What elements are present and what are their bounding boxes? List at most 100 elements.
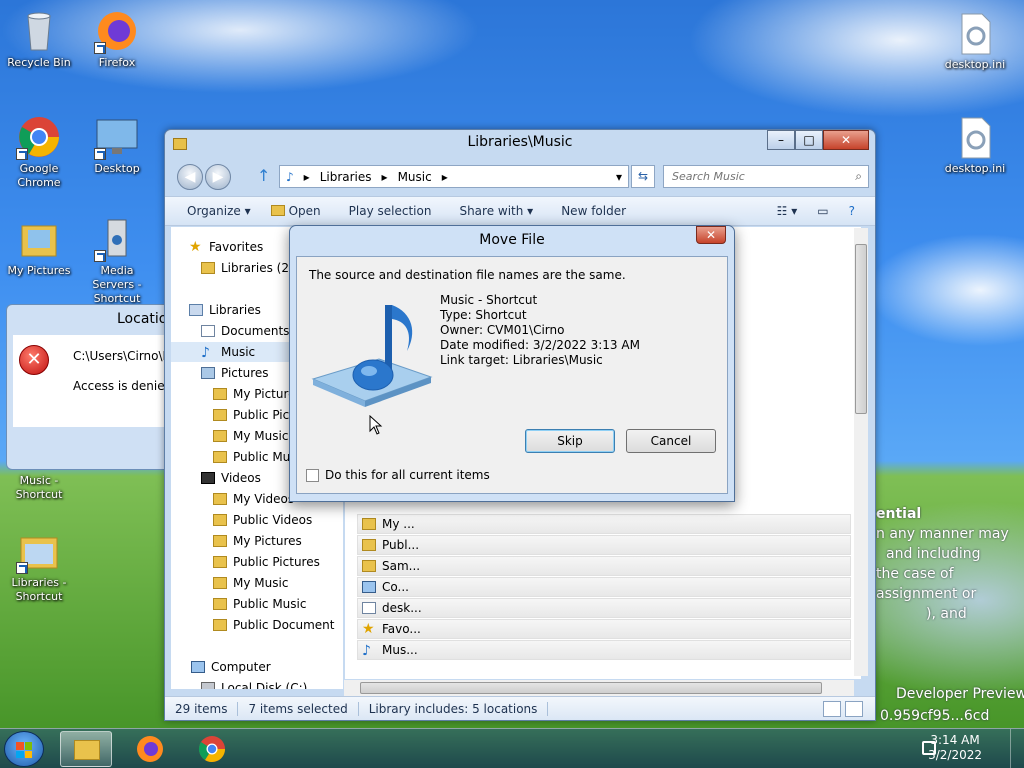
file-row[interactable]: Publ... — [357, 535, 851, 555]
file-row[interactable]: ★ Favo... — [357, 619, 851, 639]
minimize-button[interactable]: – — [767, 130, 795, 150]
horizontal-scrollbar[interactable] — [344, 680, 854, 696]
nav-libraries[interactable]: Libraries — [189, 300, 261, 320]
clock-time: 3:14 AM — [930, 733, 980, 747]
apply-all-checkbox-row[interactable]: Do this for all current items — [306, 468, 490, 482]
details-view-icon[interactable] — [823, 701, 841, 717]
nav-my-music-2[interactable]: My Music — [213, 573, 288, 593]
desktop-icon-firefox[interactable]: Firefox — [78, 8, 156, 70]
nav-documents[interactable]: Documents — [201, 321, 289, 341]
share-with-label: Share with — [459, 204, 524, 218]
skip-button[interactable]: Skip — [525, 429, 615, 453]
desktop-icon-media-servers[interactable]: Media Servers - Shortcut — [78, 216, 156, 306]
up-arrow-icon[interactable]: ↑ — [257, 166, 270, 185]
desktop-icon-desktop-ini-2[interactable]: desktop.ini — [936, 114, 1014, 176]
videos-icon — [201, 472, 215, 484]
file-row[interactable]: ♪ Mus... — [357, 640, 851, 660]
open-button[interactable]: Open — [270, 204, 321, 218]
preview-pane-icon[interactable]: ▭ — [817, 204, 828, 218]
help-icon[interactable]: ? — [849, 204, 855, 218]
nav-libraries-favorite[interactable]: Libraries (2) — [201, 258, 294, 278]
search-box[interactable]: ⌕ — [663, 165, 869, 188]
desktop-icon-recycle-bin[interactable]: Recycle Bin — [0, 8, 78, 70]
nav-public-documents[interactable]: Public Document — [213, 615, 335, 635]
desktop-icon-libraries-shortcut[interactable]: Libraries - Shortcut — [0, 528, 78, 604]
refresh-button[interactable]: ⇆ — [631, 165, 655, 188]
wallpaper-text: Developer Preview — [896, 686, 1024, 702]
play-selection-button[interactable]: Play selection — [349, 204, 432, 218]
computer-icon — [191, 661, 205, 673]
vertical-scrollbar[interactable] — [854, 228, 868, 676]
location-error-dialog[interactable]: Locatio ✕ C:\Users\Cirno\Do Access is de… — [6, 304, 171, 470]
new-folder-button[interactable]: New folder — [561, 204, 626, 218]
desktop-icon-chrome[interactable]: Google Chrome — [0, 114, 78, 190]
address-bar[interactable]: ♪ ▸ Libraries ▸ Music ▸ ▾ — [279, 165, 629, 188]
status-library-locations[interactable]: Library includes: 5 locations — [359, 701, 549, 716]
music-shortcut-icon: ♪ — [362, 643, 371, 659]
view-options-icon[interactable]: ☷ ▾ — [777, 204, 798, 218]
organize-button[interactable]: Organize ▾ — [187, 204, 251, 218]
taskbar-chrome-button[interactable] — [186, 731, 238, 767]
nav-computer[interactable]: Computer — [191, 657, 271, 677]
close-button[interactable]: ✕ — [823, 130, 869, 150]
chevron-down-icon[interactable]: ▾ — [616, 170, 622, 184]
file-row[interactable]: desk... — [357, 598, 851, 618]
file-row[interactable]: Sam... — [357, 556, 851, 576]
scrollbar-thumb[interactable] — [360, 682, 822, 694]
desktop-icon-desktop-ini-1[interactable]: desktop.ini — [936, 10, 1014, 72]
forward-button[interactable]: ▶ — [205, 164, 231, 190]
breadcrumb-music[interactable]: Music — [398, 170, 432, 184]
nav-public-pictures-2[interactable]: Public Pictures — [213, 552, 320, 572]
desktop-icon-label: Google Chrome — [17, 162, 61, 189]
file-name: Favo... — [382, 622, 421, 636]
folder-icon — [362, 560, 376, 572]
nav-my-music[interactable]: My Music — [213, 426, 288, 446]
address-row: ◀ ▶ ↑ ♪ ▸ Libraries ▸ Music ▸ ▾ ⇆ ⌕ — [173, 164, 869, 190]
taskbar-firefox-button[interactable] — [124, 731, 176, 767]
search-input[interactable] — [664, 166, 842, 187]
file-row[interactable]: Co... — [357, 577, 851, 597]
clock-date: 3/2/2022 — [928, 748, 982, 762]
nav-my-pictures-2[interactable]: My Pictures — [213, 531, 302, 551]
show-desktop-button[interactable] — [1010, 729, 1024, 768]
apply-all-checkbox[interactable] — [306, 468, 319, 482]
desktop-icon-my-pictures[interactable]: My Pictures — [0, 216, 78, 278]
nav-pictures[interactable]: Pictures — [201, 363, 269, 383]
file-row[interactable]: My ... — [357, 514, 851, 534]
wallpaper-text: 0.959cf95...6cd — [880, 708, 990, 724]
nav-favorites[interactable]: ★ Favorites — [189, 237, 263, 257]
desktop-icon-music-shortcut[interactable]: Music - Shortcut — [0, 474, 78, 502]
nav-public-music-2[interactable]: Public Music — [213, 594, 306, 614]
folder-icon — [213, 577, 227, 589]
nav-my-videos[interactable]: My Videos — [213, 489, 294, 509]
start-button[interactable] — [4, 731, 44, 767]
cancel-button[interactable]: Cancel — [626, 429, 716, 453]
nav-public-pictures[interactable]: Public Pict — [213, 405, 294, 425]
taskbar-explorer-button[interactable] — [60, 731, 112, 767]
scrollbar-thumb[interactable] — [855, 244, 867, 414]
nav-videos[interactable]: Videos — [201, 468, 261, 488]
wallpaper-text: ential — [876, 506, 922, 522]
desktop-icon-desktop[interactable]: Desktop — [78, 114, 156, 176]
nav-public-videos[interactable]: Public Videos — [213, 510, 312, 530]
error-message: Access is denied. — [73, 379, 171, 393]
share-with-button[interactable]: Share with ▾ — [459, 204, 533, 218]
nav-local-disk[interactable]: Local Disk (C:) — [201, 678, 307, 689]
breadcrumb-separator: ▸ — [441, 169, 448, 184]
settings-file-icon — [362, 602, 376, 614]
close-button[interactable]: ✕ — [696, 226, 726, 244]
pictures-icon — [201, 367, 215, 379]
back-button[interactable]: ◀ — [177, 164, 203, 190]
breadcrumb-libraries[interactable]: Libraries — [320, 170, 372, 184]
move-file-dialog[interactable]: Move File ✕ The source and destination f… — [289, 225, 735, 502]
nav-my-pictures[interactable]: My Picture — [213, 384, 296, 404]
tiles-view-icon[interactable] — [845, 701, 863, 717]
folder-icon — [201, 262, 215, 274]
system-clock[interactable]: 3:14 AM 3/2/2022 — [928, 733, 982, 763]
nav-public-music[interactable]: Public Mus — [213, 447, 297, 467]
favorites-shortcut-icon: ★ — [362, 621, 375, 637]
command-bar: Organize ▾ Open Play selection Share wit… — [165, 196, 875, 226]
nav-label: Public Pict — [233, 408, 294, 422]
mouse-cursor-icon — [369, 415, 383, 435]
maximize-button[interactable]: □ — [795, 130, 823, 150]
